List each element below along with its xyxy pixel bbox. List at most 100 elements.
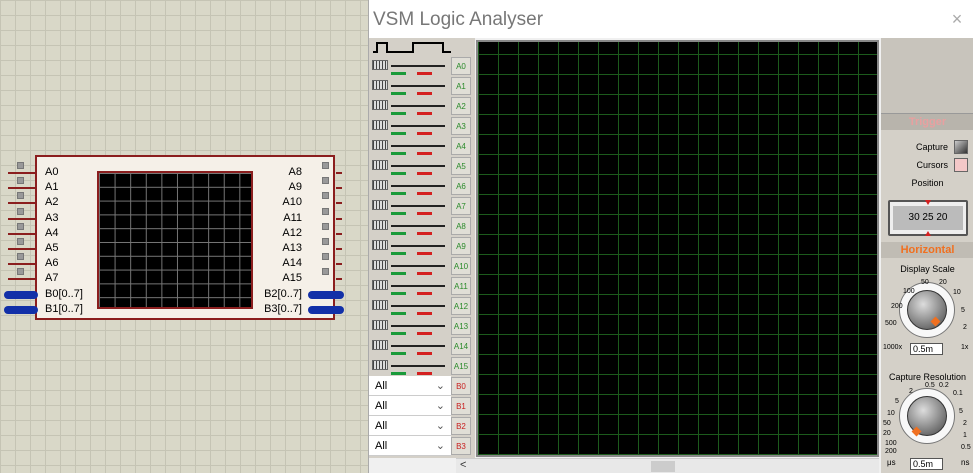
channel-trigger-low[interactable]: [391, 72, 406, 75]
channel-toggle-button[interactable]: [372, 260, 388, 270]
pin-terminal[interactable]: [322, 162, 329, 169]
close-button[interactable]: ×: [946, 8, 968, 30]
bus-select-value: All: [375, 440, 388, 452]
channel-trigger-high[interactable]: [417, 192, 432, 195]
pin-terminal[interactable]: [17, 268, 24, 276]
scroll-left-icon[interactable]: <: [460, 459, 466, 471]
channel-trigger-high[interactable]: [417, 72, 432, 75]
pin-line: [336, 248, 342, 250]
channel-toggle-button[interactable]: [372, 140, 388, 150]
channel-trigger-low[interactable]: [391, 372, 406, 375]
channel-trigger-high[interactable]: [417, 272, 432, 275]
channel-toggle-button[interactable]: [372, 180, 388, 190]
bus-select[interactable]: All ⌄: [369, 396, 451, 416]
bus-select[interactable]: All ⌄: [369, 376, 451, 396]
pin-terminal[interactable]: [17, 238, 24, 245]
pin-terminal[interactable]: [17, 192, 24, 200]
channel-trigger-high[interactable]: [417, 232, 432, 235]
channel-trigger-high[interactable]: [417, 352, 432, 355]
schematic-canvas[interactable]: A0 A1 A2 A3 A4 A5 A6 A7 B0[0..7] B1[0..7] A8 A9 A10 A…: [0, 0, 368, 473]
pin-terminal[interactable]: [322, 253, 329, 261]
channel-trigger-low[interactable]: [391, 272, 406, 275]
pin-label: B0[0..7]: [45, 287, 83, 300]
channel-trigger-low[interactable]: [391, 352, 406, 355]
channel-trigger-high[interactable]: [417, 212, 432, 215]
chevron-down-icon: ⌄: [435, 440, 445, 452]
pin-terminal[interactable]: [322, 238, 329, 245]
channel-toggle-button[interactable]: [372, 340, 388, 350]
channel-toggle-button[interactable]: [372, 120, 388, 130]
pin-terminal[interactable]: [17, 162, 24, 169]
pin-terminal[interactable]: [322, 207, 329, 215]
channel-toggle-button[interactable]: [372, 60, 388, 70]
display-scale-value[interactable]: 0.5m: [910, 343, 943, 355]
channel-trigger-high[interactable]: [417, 112, 432, 115]
pin-terminal[interactable]: [322, 177, 329, 185]
pin-line: [8, 263, 36, 266]
channel-row: A6: [369, 176, 475, 196]
pin-terminal[interactable]: [17, 207, 24, 215]
channel-row: A0: [369, 56, 475, 76]
pin-terminal[interactable]: [322, 192, 329, 200]
pin-terminal[interactable]: [17, 253, 24, 261]
bus-connector[interactable]: [4, 305, 38, 314]
channel-trigger-low[interactable]: [391, 112, 406, 115]
position-control[interactable]: 30 25 20: [888, 200, 968, 236]
waveform-display[interactable]: [476, 40, 879, 457]
bus-connector[interactable]: [4, 290, 38, 299]
channel-trigger-high[interactable]: [417, 372, 432, 375]
channel-trigger-high[interactable]: [417, 252, 432, 255]
pin-label: A9: [288, 181, 302, 194]
pin-terminal[interactable]: [17, 177, 24, 185]
channel-toggle-button[interactable]: [372, 80, 388, 90]
channel-trace-line: [391, 145, 445, 147]
channel-trigger-low[interactable]: [391, 132, 406, 135]
channel-label: A6: [451, 177, 471, 195]
channel-trigger-high[interactable]: [417, 132, 432, 135]
channel-trigger-high[interactable]: [417, 332, 432, 335]
scroll-thumb[interactable]: [651, 461, 675, 472]
channel-toggle-button[interactable]: [372, 100, 388, 110]
channel-trace-line: [391, 365, 445, 367]
channel-trigger-high[interactable]: [417, 172, 432, 175]
bus-select[interactable]: All ⌄: [369, 416, 451, 436]
channel-toggle-button[interactable]: [372, 320, 388, 330]
position-label: Position: [911, 178, 944, 188]
channel-trigger-low[interactable]: [391, 212, 406, 215]
pin-terminal[interactable]: [322, 222, 329, 230]
channel-toggle-button[interactable]: [372, 280, 388, 290]
pin-terminal[interactable]: [322, 268, 329, 276]
bus-select[interactable]: All ⌄: [369, 436, 451, 456]
channel-toggle-button[interactable]: [372, 220, 388, 230]
pin-terminal[interactable]: [17, 222, 24, 230]
channel-trigger-high[interactable]: [417, 92, 432, 95]
capture-toggle[interactable]: [954, 140, 968, 154]
channel-trigger-high[interactable]: [417, 312, 432, 315]
channel-trigger-low[interactable]: [391, 172, 406, 175]
channel-toggle-button[interactable]: [372, 200, 388, 210]
channel-trigger-low[interactable]: [391, 232, 406, 235]
unit-right: ns: [961, 458, 970, 467]
channel-trigger-low[interactable]: [391, 292, 406, 295]
display-scale-knob[interactable]: [907, 290, 947, 330]
channel-trigger-low[interactable]: [391, 312, 406, 315]
channel-toggle-button[interactable]: [372, 300, 388, 310]
bus-connector[interactable]: [308, 305, 344, 314]
channel-trigger-low[interactable]: [391, 152, 406, 155]
cursors-toggle[interactable]: [954, 158, 968, 172]
pin-line: [8, 248, 36, 250]
channel-trigger-high[interactable]: [417, 152, 432, 155]
channel-trigger-low[interactable]: [391, 252, 406, 255]
channel-trigger-low[interactable]: [391, 92, 406, 95]
capture-start-button[interactable]: [881, 38, 973, 114]
channel-trigger-low[interactable]: [391, 332, 406, 335]
channel-toggle-button[interactable]: [372, 160, 388, 170]
channel-toggle-button[interactable]: [372, 240, 388, 250]
bus-connector[interactable]: [308, 290, 344, 299]
pin-line: [336, 217, 342, 220]
channel-trigger-high[interactable]: [417, 292, 432, 295]
capture-resolution-value[interactable]: 0.5m: [910, 458, 943, 470]
horizontal-scrollbar[interactable]: <: [456, 458, 879, 473]
channel-toggle-button[interactable]: [372, 360, 388, 370]
channel-trigger-low[interactable]: [391, 192, 406, 195]
